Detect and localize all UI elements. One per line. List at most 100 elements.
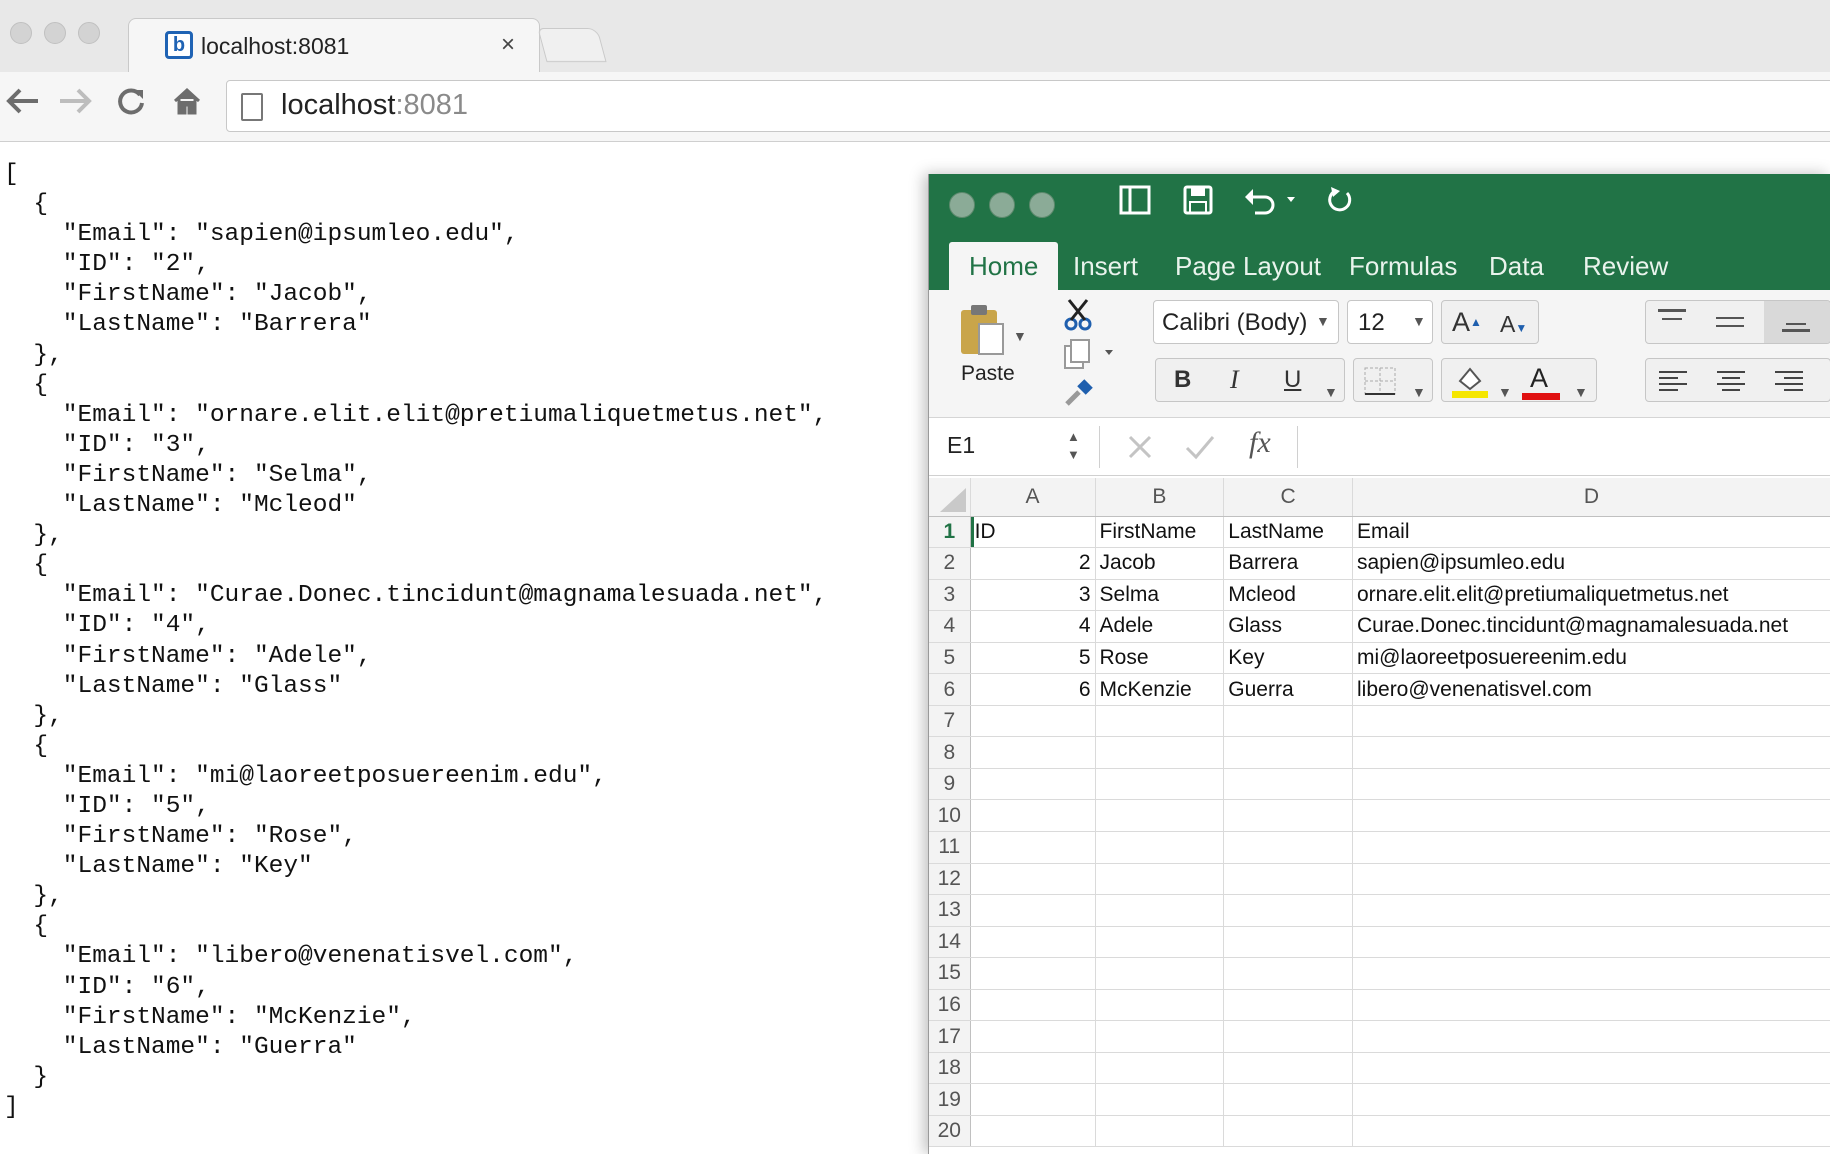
insert-function-icon[interactable]: fx bbox=[1249, 426, 1271, 460]
column-header[interactable]: C bbox=[1223, 478, 1353, 517]
select-all-corner[interactable] bbox=[929, 478, 971, 517]
grid-cell[interactable] bbox=[1223, 831, 1353, 864]
grid-cell[interactable]: mi@laoreetposuereenim.edu bbox=[1352, 642, 1830, 675]
redo-icon[interactable] bbox=[1325, 184, 1355, 224]
grid-cell[interactable]: McKenzie bbox=[1095, 673, 1225, 706]
grid-cell[interactable]: Barrera bbox=[1223, 547, 1353, 580]
url-text[interactable]: localhost:8081 bbox=[281, 89, 468, 122]
cut-icon[interactable] bbox=[1063, 298, 1093, 337]
grid-cell[interactable] bbox=[1352, 831, 1830, 864]
grid-cell[interactable] bbox=[1352, 989, 1830, 1022]
grid-cell[interactable] bbox=[1352, 736, 1830, 769]
name-box[interactable]: E1 bbox=[947, 432, 975, 459]
grid-cell[interactable] bbox=[1352, 863, 1830, 896]
grid-cell[interactable]: 2 bbox=[970, 547, 1096, 580]
format-painter-icon[interactable] bbox=[1063, 378, 1095, 413]
align-top-icon[interactable] bbox=[1658, 309, 1686, 335]
grid-cell[interactable] bbox=[1223, 926, 1353, 959]
grid-cell[interactable]: Adele bbox=[1095, 610, 1225, 643]
row-header[interactable]: 11 bbox=[929, 831, 971, 864]
namebox-stepper-icon[interactable]: ▲ ▼ bbox=[1067, 428, 1080, 464]
row-header[interactable]: 5 bbox=[929, 642, 971, 675]
row-header[interactable]: 6 bbox=[929, 673, 971, 706]
chevron-down-icon[interactable]: ▼ bbox=[1574, 371, 1588, 413]
grid-cell[interactable] bbox=[1095, 1020, 1225, 1053]
row-header[interactable]: 19 bbox=[929, 1083, 971, 1116]
paste-dropdown-icon[interactable]: ▼ bbox=[1013, 328, 1027, 344]
grid-cell[interactable] bbox=[1223, 894, 1353, 927]
grid-cell[interactable] bbox=[970, 926, 1096, 959]
grid-cell[interactable]: ID bbox=[970, 516, 1096, 549]
browser-minimize-dot[interactable] bbox=[44, 22, 66, 44]
grid-cell[interactable]: libero@venenatisvel.com bbox=[1352, 673, 1830, 706]
grid-cell[interactable] bbox=[1095, 1052, 1225, 1085]
italic-button[interactable]: I bbox=[1230, 359, 1239, 401]
bold-button[interactable]: B bbox=[1174, 359, 1191, 401]
grid-cell[interactable]: Guerra bbox=[1223, 673, 1353, 706]
grid-cell[interactable] bbox=[970, 831, 1096, 864]
paste-button[interactable]: ▼ Paste bbox=[949, 298, 1049, 398]
grid-cell[interactable] bbox=[1223, 705, 1353, 738]
cancel-icon[interactable] bbox=[1127, 434, 1153, 460]
row-header[interactable]: 4 bbox=[929, 610, 971, 643]
align-middle-icon[interactable] bbox=[1716, 317, 1744, 327]
grid-cell[interactable]: ornare.elit.elit@pretiumaliquetmetus.net bbox=[1352, 579, 1830, 612]
undo-icon[interactable] bbox=[1243, 184, 1299, 224]
grid-cell[interactable] bbox=[1352, 926, 1830, 959]
grid-cell[interactable] bbox=[1223, 957, 1353, 990]
address-bar[interactable]: localhost:8081 bbox=[226, 80, 1830, 132]
grid-cell[interactable] bbox=[1223, 1115, 1353, 1148]
grid-cell[interactable] bbox=[1095, 926, 1225, 959]
grid-cell[interactable] bbox=[1352, 1052, 1830, 1085]
align-left-icon[interactable] bbox=[1658, 369, 1688, 393]
grid-cell[interactable] bbox=[1095, 768, 1225, 801]
grid-cell[interactable] bbox=[1352, 768, 1830, 801]
grid-cell[interactable]: LastName bbox=[1223, 516, 1353, 549]
grid-cell[interactable] bbox=[970, 736, 1096, 769]
new-tab-button[interactable] bbox=[537, 28, 607, 62]
formula-input[interactable] bbox=[1301, 422, 1821, 470]
grid-cell[interactable] bbox=[1352, 894, 1830, 927]
grid-cell[interactable] bbox=[1095, 705, 1225, 738]
column-header[interactable]: A bbox=[970, 478, 1096, 517]
fill-color-icon[interactable] bbox=[1450, 363, 1490, 399]
grid-cell[interactable]: Curae.Donec.tincidunt@magnamalesuada.net bbox=[1352, 610, 1830, 643]
grid-cell[interactable] bbox=[1095, 736, 1225, 769]
grid-cell[interactable] bbox=[970, 863, 1096, 896]
grid-cell[interactable]: Mcleod bbox=[1223, 579, 1353, 612]
grid-cell[interactable] bbox=[970, 705, 1096, 738]
tab-formulas[interactable]: Formulas bbox=[1329, 242, 1477, 290]
grid-cell[interactable] bbox=[1095, 894, 1225, 927]
grid-cell[interactable] bbox=[1095, 799, 1225, 832]
grid-cell[interactable] bbox=[970, 989, 1096, 1022]
chevron-down-icon[interactable]: ▼ bbox=[1498, 371, 1512, 413]
grid-cell[interactable] bbox=[1223, 1052, 1353, 1085]
tab-home[interactable]: Home bbox=[949, 242, 1059, 290]
row-header[interactable]: 13 bbox=[929, 894, 971, 927]
excel-zoom-dot[interactable] bbox=[1029, 192, 1055, 218]
grid-cell[interactable] bbox=[1352, 705, 1830, 738]
back-arrow-icon[interactable] bbox=[4, 86, 40, 122]
align-right-icon[interactable] bbox=[1774, 369, 1804, 393]
grid-cell[interactable]: 4 bbox=[970, 610, 1096, 643]
grid-cell[interactable]: Email bbox=[1352, 516, 1830, 549]
sidebar-toggle-icon[interactable] bbox=[1119, 184, 1151, 224]
grid-cell[interactable] bbox=[1095, 1083, 1225, 1116]
browser-zoom-dot[interactable] bbox=[78, 22, 100, 44]
row-header[interactable]: 15 bbox=[929, 957, 971, 990]
tab-review[interactable]: Review bbox=[1563, 242, 1688, 290]
row-header[interactable]: 8 bbox=[929, 736, 971, 769]
column-header[interactable]: D bbox=[1352, 478, 1830, 517]
row-header[interactable]: 3 bbox=[929, 579, 971, 612]
browser-close-dot[interactable] bbox=[10, 22, 32, 44]
align-center-icon[interactable] bbox=[1716, 369, 1746, 393]
save-icon[interactable] bbox=[1183, 184, 1213, 224]
copy-icon[interactable] bbox=[1063, 338, 1115, 375]
home-icon[interactable] bbox=[172, 86, 202, 122]
grid-cell[interactable] bbox=[1223, 1020, 1353, 1053]
grid-cell[interactable] bbox=[1352, 799, 1830, 832]
grid-cell[interactable] bbox=[1095, 957, 1225, 990]
grid-cell[interactable] bbox=[970, 1115, 1096, 1148]
align-bottom-icon[interactable] bbox=[1764, 301, 1830, 343]
grid-cell[interactable] bbox=[1352, 1083, 1830, 1116]
